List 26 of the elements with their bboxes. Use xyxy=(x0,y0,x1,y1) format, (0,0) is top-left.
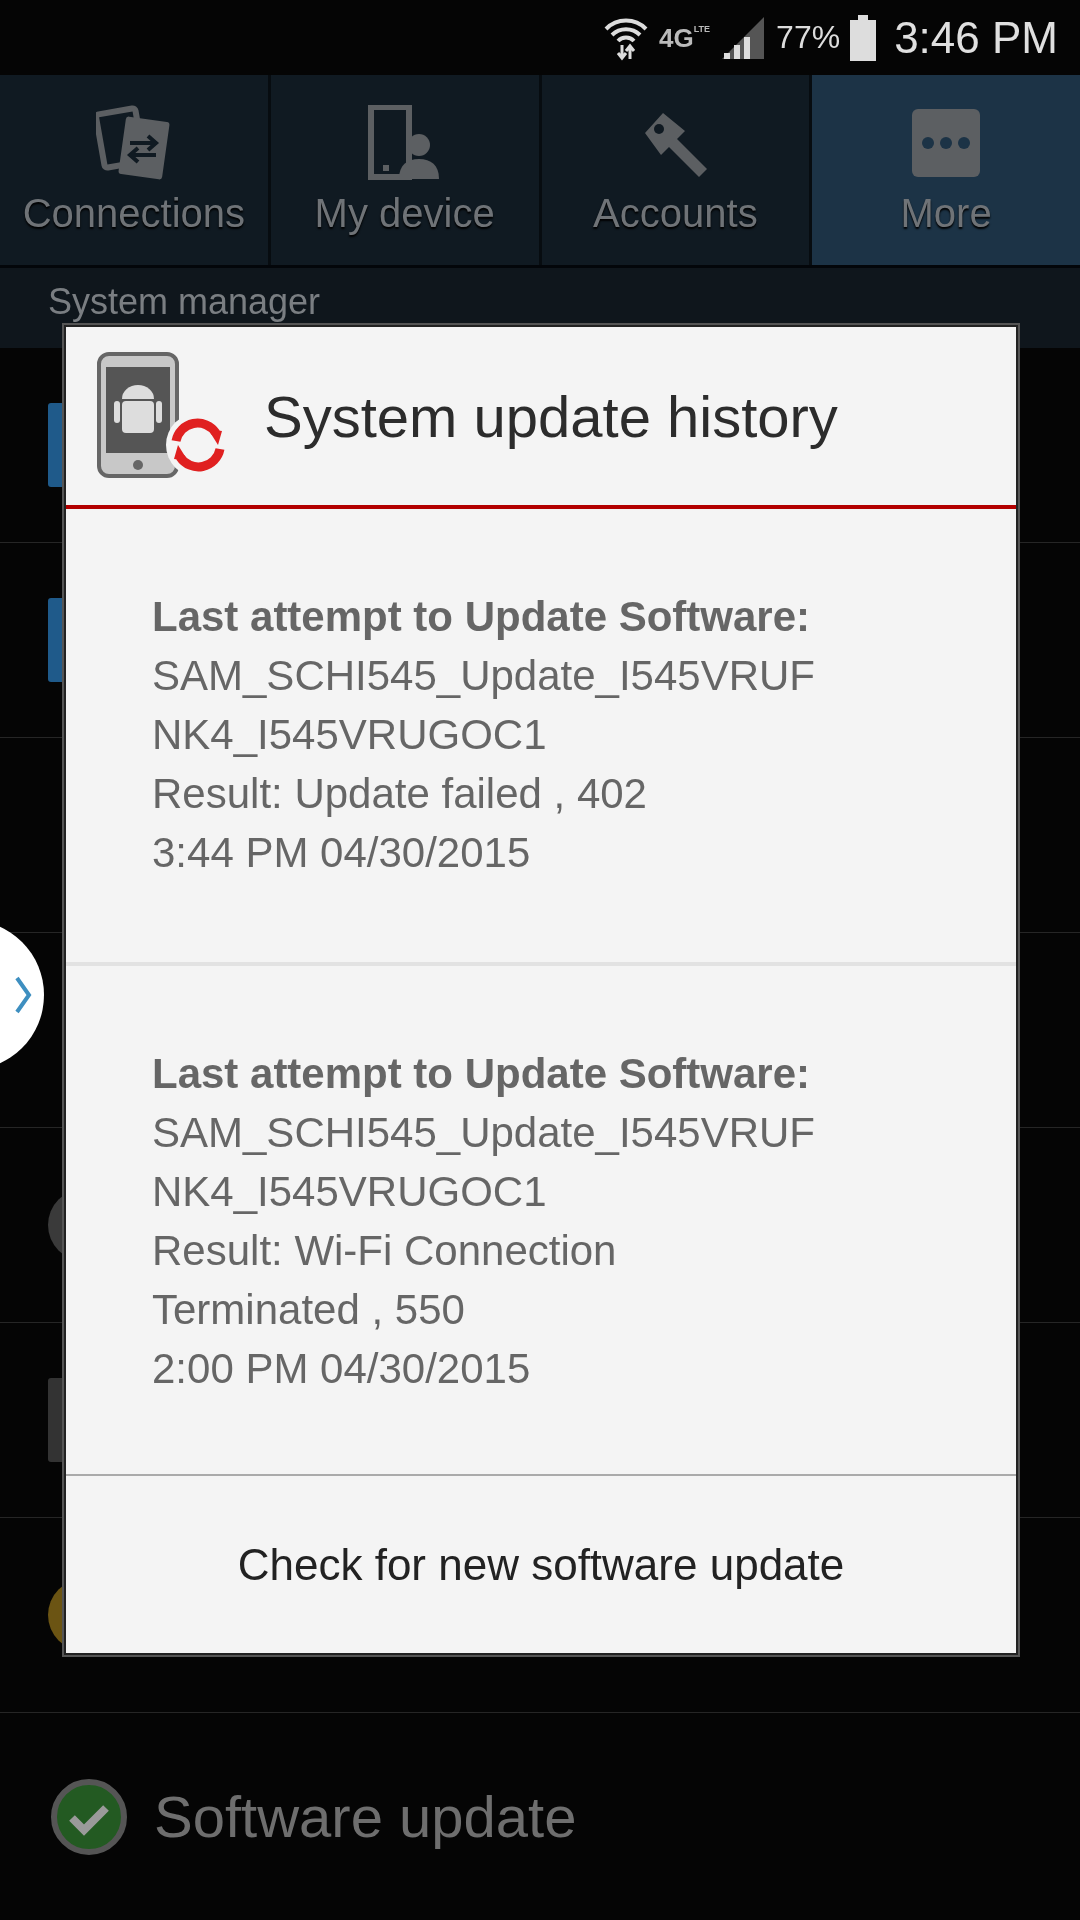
battery-icon xyxy=(850,14,877,61)
dialog-title: System update history xyxy=(264,382,838,450)
transfer-icon xyxy=(95,104,172,181)
settings-tab[interactable]: Accounts xyxy=(541,75,810,265)
battery-percent: 77% xyxy=(776,19,841,56)
entry-detail: NK4_I545VRUGOC1 xyxy=(152,710,548,760)
entry-heading: Last attempt to Update Software: xyxy=(152,592,812,642)
network-subtype: LTE xyxy=(693,24,711,34)
check-icon xyxy=(50,1777,128,1856)
entry-detail: SAM_SCHI545_Update_I545VRUF xyxy=(152,1108,817,1158)
entry-heading: Last attempt to Update Software: xyxy=(152,1049,812,1099)
settings-tab[interactable]: Connections xyxy=(0,75,268,265)
entry-detail: Result: Wi-Fi Connection xyxy=(152,1226,618,1276)
settings-tab[interactable]: My device xyxy=(270,75,539,265)
chevron-icon xyxy=(14,975,32,1015)
entry-detail: 2:00 PM 04/30/2015 xyxy=(152,1344,532,1394)
section-header: System manager xyxy=(48,284,321,320)
clock: 3:46 PM xyxy=(894,12,1058,63)
entry-detail: Terminated , 550 xyxy=(152,1285,466,1335)
network-type: 4G xyxy=(659,24,694,51)
settings-item-label[interactable]: Software update xyxy=(154,1783,577,1850)
entry-detail: SAM_SCHI545_Update_I545VRUF xyxy=(152,651,817,701)
entry-detail: 3:44 PM 04/30/2015 xyxy=(152,828,532,878)
entry-detail: NK4_I545VRUGOC1 xyxy=(152,1167,548,1217)
settings-tab[interactable]: More xyxy=(812,75,1080,265)
entry-detail: Result: Update failed , 402 xyxy=(152,769,648,819)
